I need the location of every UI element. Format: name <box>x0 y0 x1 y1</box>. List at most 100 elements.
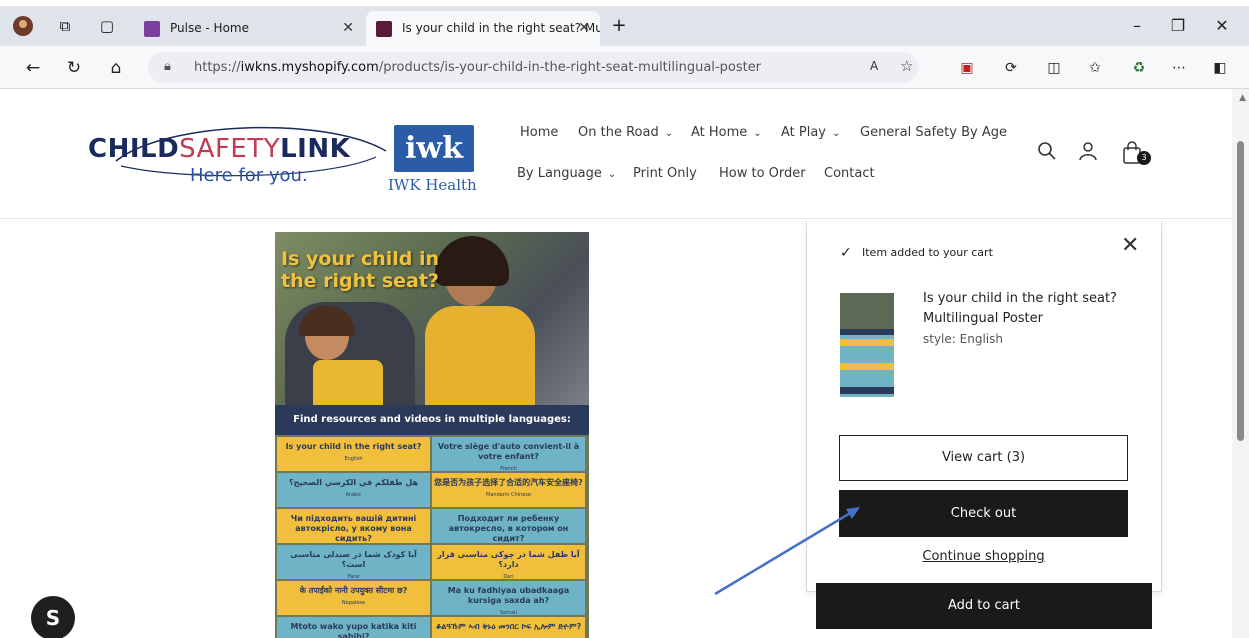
chevron-down-icon: ⌄ <box>753 128 762 139</box>
browser-tab-strip: ⧉ ▢ Pulse - Home ✕ Is your child in the … <box>0 6 1249 46</box>
performance-icon[interactable]: ♻ <box>1128 57 1150 79</box>
pulse-favicon-icon <box>144 21 160 37</box>
sidebar-toggle-icon[interactable]: ◧ <box>1209 57 1231 79</box>
poster-language-cell: Подходит ли ребенку автокресло, в которо… <box>432 509 585 543</box>
url-text: https://iwkns.myshopify.com/products/is-… <box>194 60 762 75</box>
nav-on-the-road[interactable]: On the Road ⌄ <box>578 125 673 140</box>
restore-button[interactable]: ❐ <box>1163 12 1193 40</box>
product-thumbnail[interactable] <box>840 293 894 397</box>
poster-cell-text: Votre siège d'auto convient-il à votre e… <box>437 442 580 461</box>
nav-by-language[interactable]: By Language ⌄ <box>517 166 616 181</box>
childsafetylink-logo[interactable]: CHILDSAFETYLINK Here for you. <box>88 117 388 197</box>
poster-language-cell: آیا طفل شما در چوکی مناسبی قرار دارد؟ Dar… <box>432 545 585 579</box>
close-icon[interactable]: ✕ <box>1121 235 1139 257</box>
child-shirt-shape <box>313 360 383 405</box>
close-window-button[interactable]: ✕ <box>1207 12 1237 40</box>
continue-shopping-link[interactable]: Continue shopping <box>839 549 1128 564</box>
poster-cell-language: English <box>344 456 363 462</box>
product-name: Is your child in the right seat? Multili… <box>923 291 1117 326</box>
poster-cell-text: Mtoto wako yupo katika kiti sahihi? <box>290 622 417 638</box>
poster-cell-text: के तपाईंको नानी उपयुक्त सीटमा छ? <box>299 586 408 595</box>
minimize-button[interactable]: – <box>1122 12 1152 40</box>
poster-language-cell: Votre siège d'auto convient-il à votre e… <box>432 437 585 471</box>
poster-language-cell: ቆልዓኹም ኣብ ቅኑዕ መንበር ኮፍ ኢሎም ድዮም? <box>432 617 585 638</box>
chevron-down-icon: ⌄ <box>832 128 841 139</box>
chevron-down-icon: ⌄ <box>664 128 674 139</box>
product-image[interactable]: Is your child in the right seat? Find res… <box>275 232 589 638</box>
thumb-row <box>840 363 894 370</box>
back-arrow-icon[interactable]: ← <box>21 56 45 80</box>
cart-notification: ✓ Item added to your cart ✕ Is your chil… <box>806 221 1162 592</box>
thumb-band <box>840 329 894 335</box>
shopify-chat-badge-icon[interactable]: S <box>31 596 75 638</box>
refresh-icon[interactable]: ↻ <box>62 56 86 80</box>
poster-language-cell: Чи підходить вашій дитині автокрісло, у … <box>277 509 430 543</box>
profile-avatar-icon[interactable] <box>12 15 34 37</box>
poster-cell-text: هل طفلكم في الكرسي الصحيح؟ <box>288 478 419 487</box>
lock-icon[interactable]: 🔒︎ <box>164 59 171 74</box>
nav-print-only[interactable]: Print Only <box>633 166 697 181</box>
thumb-row <box>840 339 894 346</box>
hand-pointer-icon: ☝ <box>946 508 957 529</box>
tab-actions-icon[interactable]: ▢ <box>96 15 118 37</box>
shop-favicon-icon <box>376 21 392 37</box>
account-icon[interactable] <box>1075 141 1101 167</box>
logo-wordmark: CHILDSAFETYLINK <box>88 134 351 164</box>
add-to-cart-button[interactable]: Add to cart <box>816 583 1152 629</box>
cart-count-badge: 3 <box>1137 151 1151 165</box>
address-bar[interactable]: 🔒︎ https://iwkns.myshopify.com/products/… <box>148 52 918 83</box>
nav-home[interactable]: Home <box>520 125 558 140</box>
thumb-row <box>840 351 894 358</box>
tab-pulse-home[interactable]: Pulse - Home ✕ <box>134 11 364 46</box>
close-tab-icon[interactable]: ✕ <box>578 11 590 46</box>
scroll-thumb[interactable] <box>1237 141 1244 441</box>
poster-cell-text: Is your child in the right seat? <box>285 442 422 451</box>
poster-cell-language: Dari <box>503 574 514 579</box>
home-icon[interactable]: ⌂ <box>104 56 128 80</box>
nav-general-safety-by-age[interactable]: General Safety By Age <box>860 125 1007 140</box>
poster-cell-text: آیا کودک شما در صندلی مناسبی است؟ <box>290 550 417 569</box>
iwk-health-logo[interactable]: iwk IWK Health <box>388 125 488 195</box>
new-tab-button[interactable]: + <box>608 15 630 37</box>
poster-cell-text: Ma ku fadhiyaa ubadkaaga kursiga saxda a… <box>447 586 570 605</box>
thumb-row <box>840 375 894 382</box>
nav-at-play[interactable]: At Play ⌄ <box>781 125 840 140</box>
workspaces-icon[interactable]: ⧉ <box>54 15 76 37</box>
nav-at-home[interactable]: At Home ⌄ <box>691 125 762 140</box>
poster-cell-language: Arabic <box>345 492 362 498</box>
search-icon[interactable] <box>1034 141 1060 167</box>
favorites-icon[interactable]: ✩ <box>1084 57 1106 79</box>
poster-title: Is your child in the right seat? <box>281 248 440 292</box>
poster-cell-language: Somali <box>500 610 517 615</box>
split-screen-icon[interactable]: ◫ <box>1043 57 1065 79</box>
close-tab-icon[interactable]: ✕ <box>342 11 354 46</box>
nav-contact[interactable]: Contact <box>824 166 875 181</box>
poster-language-cell: هل طفلكم في الكرسي الصحيح؟ Arabic <box>277 473 430 507</box>
view-cart-button[interactable]: View cart (3) <box>839 435 1128 481</box>
tab-title: Is your child in the right seat? Mu <box>402 21 600 35</box>
poster-cell-text: Подходит ли ребенку автокресло, в которо… <box>448 514 569 543</box>
poster-cell-text: ቆልዓኹም ኣብ ቅኑዕ መንበር ኮፍ ኢሎም ድዮም? <box>435 622 582 631</box>
poster-language-cell: Is your child in the right seat? English <box>277 437 430 471</box>
extensions-puzzle-icon[interactable]: ⟳ <box>1000 57 1022 79</box>
read-aloud-icon[interactable]: A <box>870 59 878 73</box>
poster-cell-text: آیا طفل شما در چوکی مناسبی قرار دارد؟ <box>437 550 580 569</box>
screen: ⧉ ▢ Pulse - Home ✕ Is your child in the … <box>0 0 1249 638</box>
more-menu-icon[interactable]: ⋯ <box>1168 57 1190 79</box>
adult-shirt-shape <box>425 306 535 405</box>
scroll-up-arrow-icon[interactable]: ▲ <box>1239 93 1246 103</box>
poster-cell-language: Mandarin Chinese <box>486 492 531 498</box>
browser-toolbar: ← ↻ ⌂ 🔒︎ https://iwkns.myshopify.com/pro… <box>0 46 1249 89</box>
poster-language-cell: آیا کودک شما در صندلی مناسبی است؟ Farsi <box>277 545 430 579</box>
poster-language-cell: Mtoto wako yupo katika kiti sahihi? <box>277 617 430 638</box>
favorite-star-icon[interactable]: ☆ <box>900 57 913 75</box>
checkout-button[interactable]: Check out <box>839 490 1128 537</box>
tab-product-page[interactable]: Is your child in the right seat? Mu ✕ <box>366 11 600 46</box>
nav-how-to-order[interactable]: How to Order <box>719 166 806 181</box>
logo-tagline: Here for you. <box>190 165 308 186</box>
cart-status-text: Item added to your cart <box>862 246 993 259</box>
page-scrollbar[interactable]: ▲ <box>1232 89 1249 638</box>
extension-icon[interactable]: ▣ <box>956 57 978 79</box>
poster-band: Find resources and videos in multiple la… <box>275 405 589 435</box>
chevron-down-icon: ⌄ <box>607 169 617 180</box>
